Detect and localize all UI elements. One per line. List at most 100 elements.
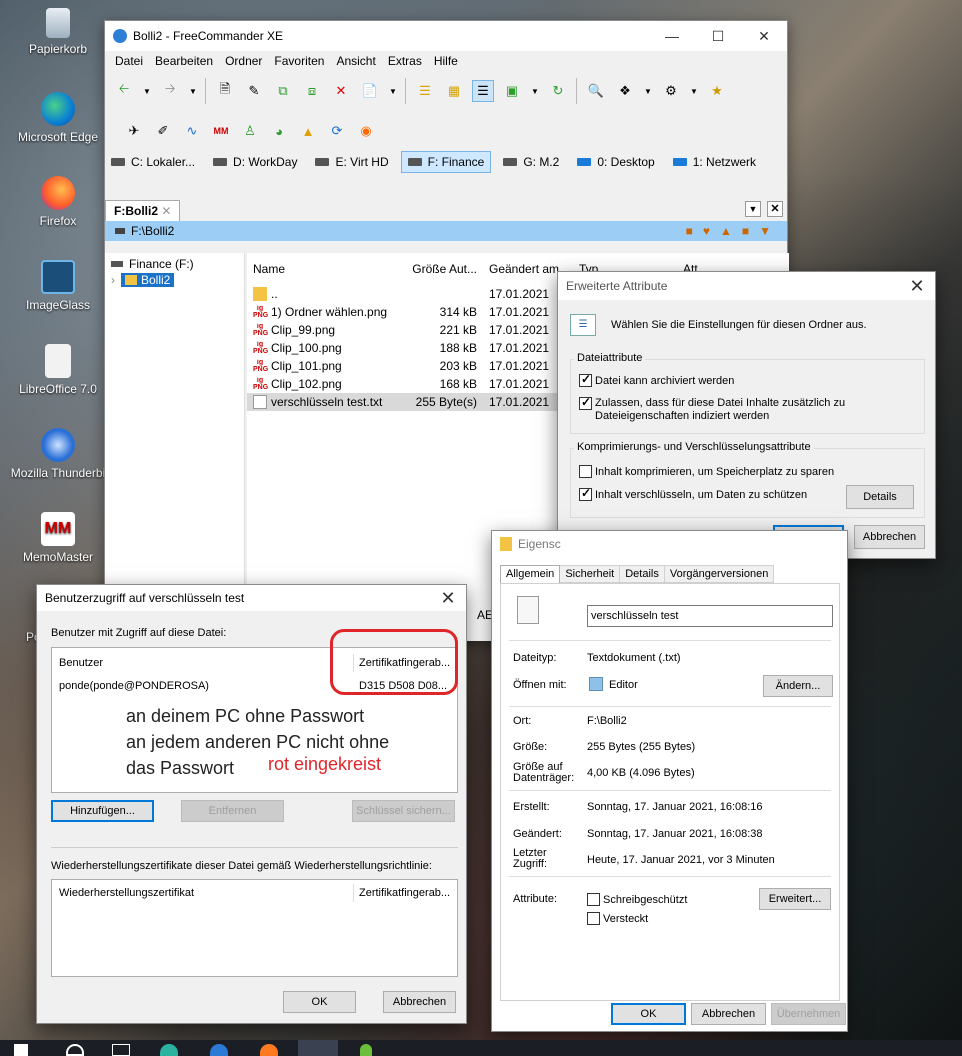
sync-tool-icon[interactable]: ⟳ (326, 120, 348, 142)
windows-icon[interactable]: ❖ (614, 80, 636, 102)
search-icon[interactable]: 🔍 (585, 80, 607, 102)
tree-item-finance[interactable]: Finance (F:) (105, 253, 244, 271)
chevron-down-icon[interactable]: ▼ (643, 80, 653, 102)
chevron-down-icon[interactable]: ▼ (689, 80, 699, 102)
close-tab-icon[interactable]: ✕ (161, 204, 171, 218)
app-taskbar-icon[interactable] (360, 1044, 372, 1056)
cancel-button[interactable]: Abbrechen (383, 991, 456, 1013)
globe-tool-icon[interactable]: ◕ (268, 120, 290, 142)
add-button[interactable]: Hinzufügen... (51, 800, 154, 822)
plane-icon[interactable]: ✈ (123, 120, 145, 142)
index-checkbox[interactable]: Zulassen, dass für diese Datei Inhalte z… (579, 395, 904, 423)
checkbox[interactable] (579, 465, 592, 478)
start-icon[interactable] (14, 1044, 28, 1056)
tree-icon[interactable]: ☰ (414, 80, 436, 102)
col-size[interactable]: Größe Aut... (402, 262, 483, 276)
large-icons-icon[interactable]: ▦ (443, 80, 465, 102)
favorites-icon[interactable]: ★ (706, 80, 728, 102)
compress-checkbox[interactable]: Inhalt komprimieren, um Speicherplatz zu… (579, 465, 834, 478)
chevron-down-icon[interactable]: ▼ (530, 80, 540, 102)
chart-icon[interactable]: ∿ (181, 120, 203, 142)
desktop-icon-imageglass[interactable]: ImageGlass (10, 260, 106, 312)
col-thumbprint[interactable]: Zertifikatfingerab... (359, 887, 450, 899)
tab-menu-icon[interactable]: ▼ (745, 201, 761, 217)
details-button[interactable]: Details (846, 485, 914, 509)
tree-item-bolli2[interactable]: › Bolli2 (105, 271, 244, 287)
freecommander-taskbar-button[interactable] (298, 1040, 338, 1056)
cancel-button[interactable]: Abbrechen (854, 525, 925, 549)
desktop-icon-edge[interactable]: Microsoft Edge (10, 92, 106, 144)
search-icon[interactable] (66, 1044, 84, 1056)
edge-taskbar-icon[interactable] (160, 1044, 178, 1056)
change-button[interactable]: Ändern... (763, 675, 833, 697)
desktop-icon-libreoffice[interactable]: LibreOffice 7.0 (10, 344, 106, 396)
minimize-button[interactable]: — (649, 21, 695, 51)
desktop-icon-memomaster[interactable]: MM MemoMaster (10, 512, 106, 564)
drive-d[interactable]: D: WorkDay (207, 151, 303, 173)
chevron-right-icon[interactable]: › (111, 273, 115, 287)
close-button[interactable]: ✕ (899, 271, 935, 301)
chevron-down-icon[interactable]: ▼ (188, 80, 198, 102)
drive-c[interactable]: C: Lokaler... (105, 151, 201, 173)
menu-datei[interactable]: Datei (109, 54, 149, 68)
filename-input[interactable]: verschlüsseln test (587, 605, 833, 627)
backup-keys-button[interactable]: Schlüssel sichern... (352, 800, 455, 822)
checkbox[interactable] (587, 893, 600, 906)
tab-bolli2[interactable]: F:Bolli2 ✕ (105, 200, 181, 221)
path-actions-icon[interactable]: ■♥▲■▼ (686, 224, 781, 238)
readonly-checkbox[interactable]: Schreibgeschützt (587, 893, 687, 906)
close-button[interactable]: ✕ (430, 583, 466, 613)
encrypt-checkbox[interactable]: Inhalt verschlüsseln, um Daten zu schütz… (579, 486, 807, 501)
menu-ordner[interactable]: Ordner (219, 54, 268, 68)
desktop-icon-recycle-bin[interactable]: Papierkorb (10, 8, 106, 56)
forward-icon[interactable]: 🡢 (159, 80, 181, 102)
drive-e[interactable]: E: Virt HD (309, 151, 394, 173)
tab-sicherheit[interactable]: Sicherheit (560, 565, 621, 583)
desktop-icon-firefox[interactable]: Firefox (10, 176, 106, 228)
thumbnails-icon[interactable]: ▣ (501, 80, 523, 102)
tab-vorgaengerversionen[interactable]: Vorgängerversionen (664, 565, 775, 583)
brush-icon[interactable]: ✐ (152, 120, 174, 142)
user-tool-icon[interactable]: ♙ (239, 120, 261, 142)
copy-icon[interactable]: ⧉ (272, 80, 294, 102)
ok-button[interactable]: OK (611, 1003, 686, 1025)
apply-button[interactable]: Übernehmen (771, 1003, 846, 1025)
back-icon[interactable]: 🡠 (113, 80, 135, 102)
checkbox[interactable] (587, 912, 600, 925)
memomaster-tool-icon[interactable]: MM (210, 120, 232, 142)
drive-desktop[interactable]: 0: Desktop (571, 151, 660, 173)
move-icon[interactable]: ⧈ (301, 80, 323, 102)
drive-network[interactable]: 1: Netzwerk (667, 151, 762, 173)
task-view-icon[interactable] (112, 1044, 130, 1056)
refresh-icon[interactable]: ↻ (547, 80, 569, 102)
drive-f[interactable]: F: Finance (400, 151, 492, 173)
drive-g[interactable]: G: M.2 (497, 151, 565, 173)
chevron-down-icon[interactable]: ▼ (142, 80, 152, 102)
view-icon[interactable]: 🗎 (214, 80, 236, 102)
desktop-icon-thunderbird[interactable]: Mozilla Thunderbi (10, 428, 106, 480)
cancel-button[interactable]: Abbrechen (691, 1003, 766, 1025)
tab-details[interactable]: Details (620, 565, 665, 583)
col-user[interactable]: Benutzer (59, 657, 103, 669)
remove-button[interactable]: Entfernen (181, 800, 284, 822)
checkbox[interactable] (579, 395, 592, 410)
edit-icon[interactable]: ✎ (243, 80, 265, 102)
archive-checkbox[interactable]: Datei kann archiviert werden (579, 372, 734, 387)
path-bar[interactable]: F:\Bolli2 ■♥▲■▼ (105, 221, 787, 241)
settings-icon[interactable]: ⚙ (660, 80, 682, 102)
firefox-taskbar-icon[interactable] (260, 1044, 278, 1056)
image-tool-icon[interactable]: ▲ (297, 120, 319, 142)
chevron-down-icon[interactable]: ▼ (388, 80, 398, 102)
menu-hilfe[interactable]: Hilfe (428, 54, 464, 68)
checkbox[interactable] (579, 486, 592, 501)
menu-favoriten[interactable]: Favoriten (268, 54, 330, 68)
tab-allgemein[interactable]: Allgemein (500, 565, 561, 583)
user-entry[interactable]: ponde(ponde@PONDEROSA) (59, 680, 209, 692)
thunderbird-taskbar-icon[interactable] (210, 1044, 228, 1056)
advanced-button[interactable]: Erweitert... (759, 888, 831, 910)
checkbox[interactable] (579, 372, 592, 387)
col-name[interactable]: Name (247, 262, 402, 276)
ok-button[interactable]: OK (283, 991, 356, 1013)
delete-icon[interactable]: ✕ (330, 80, 352, 102)
col-date[interactable]: Geändert am (483, 262, 563, 276)
